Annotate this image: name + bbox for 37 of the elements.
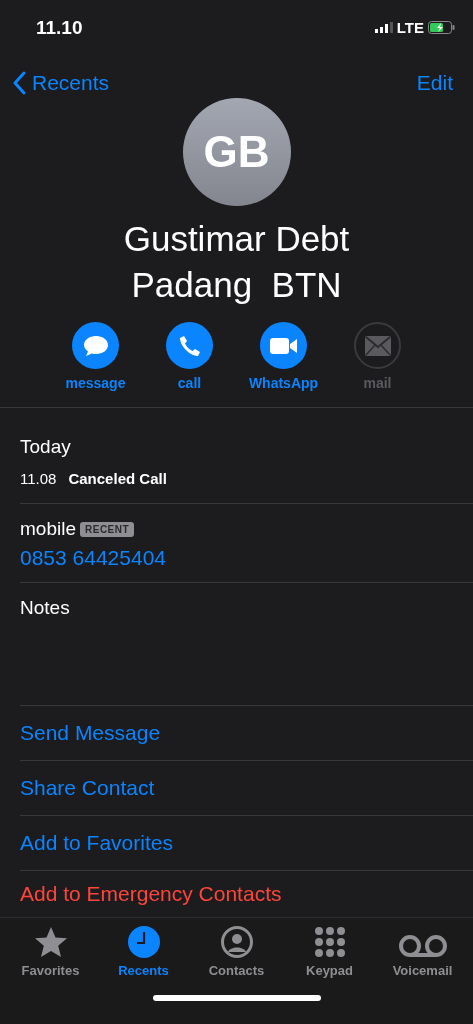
option-link[interactable]: Add to Emergency Contacts [20,871,473,918]
call-status: Canceled Call [68,470,167,488]
action-button[interactable]: call [149,322,230,392]
keypad-icon [313,926,346,959]
clock-icon [127,926,160,959]
phone-number-link[interactable]: 0853 64425404 [20,546,473,571]
contact-avatar: GB [182,98,291,207]
status-time: 11.10 [36,16,83,39]
edit-button[interactable]: Edit [416,70,453,95]
option-link[interactable]: Share Contact [20,761,473,817]
battery-icon [428,21,455,35]
voicemail-icon [398,934,447,959]
action-button[interactable]: message [55,322,136,392]
speech-bubble-icon [82,334,109,358]
action-button[interactable]: WhatsApp [243,322,324,392]
envelope-icon [364,336,391,356]
person-circle-icon [220,926,253,959]
recent-badge: RECENT [80,522,135,537]
option-link[interactable]: Add to Favorites [20,816,473,872]
tab-item[interactable]: Keypad [284,918,375,979]
contact-name: Gustimar Debt Padang BTN [122,218,351,307]
option-link[interactable]: Send Message [20,706,473,762]
tab-item[interactable]: Voicemail [377,918,468,979]
signal-icon [374,22,393,34]
network-label: LTE [396,19,424,37]
chevron-left-icon [12,70,26,95]
tab-item[interactable]: Contacts [191,918,282,979]
call-time: 11.08 [20,470,57,488]
phone-label: mobile [20,518,76,541]
tab-item[interactable]: Favorites [5,918,96,979]
video-camera-icon [269,337,298,355]
section-heading: Today [20,436,72,459]
star-icon [33,926,68,959]
tab-item[interactable]: Recents [98,918,189,979]
phone-icon [178,335,201,357]
notes-label: Notes [20,597,71,620]
back-button[interactable]: Recents [12,70,110,95]
